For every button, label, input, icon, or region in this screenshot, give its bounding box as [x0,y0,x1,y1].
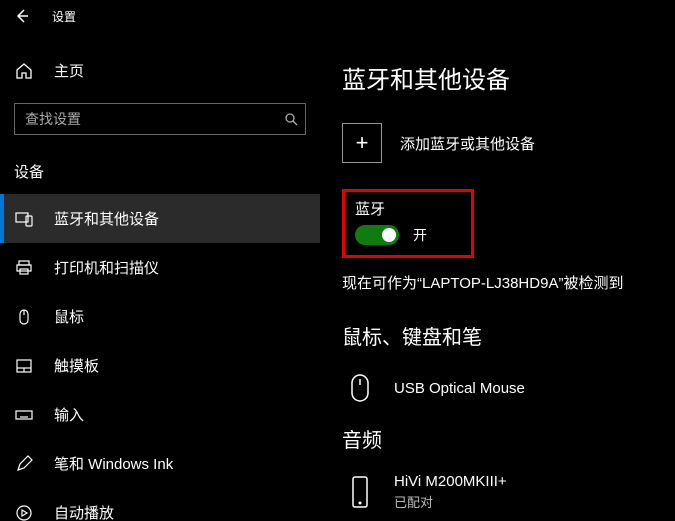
sidebar-item-label: 笔和 Windows Ink [54,453,173,474]
page-title: 蓝牙和其他设备 [342,60,675,95]
title-bar: 设置 [0,0,675,32]
autoplay-icon [14,503,34,521]
sidebar-item-label: 打印机和扫描仪 [54,257,159,278]
sidebar-item-touchpad[interactable]: 触摸板 [0,341,320,390]
sidebar-item-label: 输入 [54,404,84,425]
device-name: HiVi M200MKIII+ [394,473,507,490]
sidebar-section-label: 设备 [0,153,320,194]
sidebar-home-label: 主页 [54,60,84,81]
touchpad-icon [14,356,34,376]
mouse-device-icon [346,370,374,406]
sidebar-item-mouse[interactable]: 鼠标 [0,292,320,341]
phone-device-icon [346,474,374,510]
bluetooth-toggle[interactable] [355,225,399,245]
bluetooth-heading: 蓝牙 [355,198,427,219]
device-row[interactable]: HiVi M200MKIII+ 已配对 [342,467,675,521]
bluetooth-toggle-label: 开 [413,225,427,245]
bluetooth-highlight-box: 蓝牙 开 [342,189,474,258]
arrow-left-icon [14,8,30,24]
sidebar-item-label: 触摸板 [54,355,99,376]
devices-icon [14,209,34,229]
sidebar-item-autoplay[interactable]: 自动播放 [0,488,320,521]
keyboard-icon [14,405,34,425]
sidebar-item-printers[interactable]: 打印机和扫描仪 [0,243,320,292]
printer-icon [14,258,34,278]
toggle-knob [382,228,396,242]
sidebar-item-typing[interactable]: 输入 [0,390,320,439]
add-device-label: 添加蓝牙或其他设备 [400,133,535,154]
plus-icon: + [342,123,382,163]
sidebar: 主页 设备 蓝牙和其他设备 打印机和扫描仪 [0,32,320,521]
sidebar-item-pen[interactable]: 笔和 Windows Ink [0,439,320,488]
mouse-icon [14,307,34,327]
device-status: 已配对 [394,492,507,511]
device-row[interactable]: USB Optical Mouse [342,364,675,424]
section-heading-mkp: 鼠标、键盘和笔 [342,321,675,350]
home-icon [14,61,34,81]
window-title: 设置 [52,8,76,25]
pen-icon [14,454,34,474]
sidebar-item-bluetooth[interactable]: 蓝牙和其他设备 [0,194,320,243]
search-icon [284,112,298,126]
sidebar-nav: 蓝牙和其他设备 打印机和扫描仪 鼠标 触摸板 [0,194,320,521]
sidebar-home[interactable]: 主页 [0,50,320,91]
device-name: USB Optical Mouse [394,380,525,397]
sidebar-item-label: 蓝牙和其他设备 [54,208,159,229]
search-box[interactable] [14,103,306,135]
add-device-button[interactable]: + 添加蓝牙或其他设备 [342,123,675,163]
sidebar-item-label: 鼠标 [54,306,84,327]
section-heading-audio: 音频 [342,424,675,453]
main-panel: 蓝牙和其他设备 + 添加蓝牙或其他设备 蓝牙 开 现在可作为“LAPTOP-LJ… [320,32,675,521]
search-input[interactable] [14,103,306,135]
discoverable-text: 现在可作为“LAPTOP-LJ38HD9A”被检测到 [342,272,675,293]
back-button[interactable] [14,8,30,24]
sidebar-item-label: 自动播放 [54,502,114,521]
